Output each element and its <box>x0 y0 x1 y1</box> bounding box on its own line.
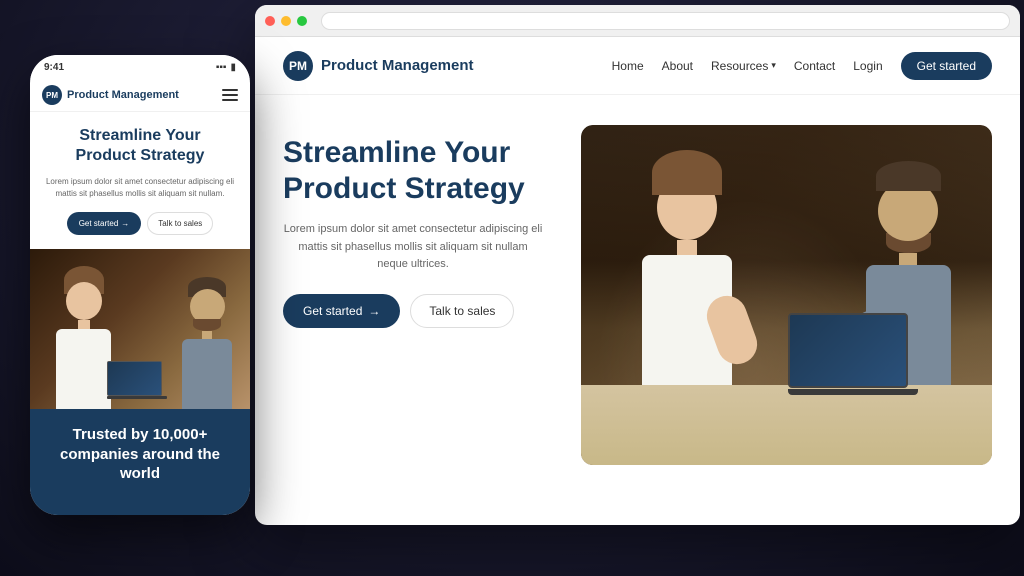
browser-dot-red <box>265 16 275 26</box>
nav-link-home[interactable]: Home <box>612 59 644 73</box>
nav-link-about[interactable]: About <box>662 59 693 73</box>
mobile-woman-figure <box>56 266 111 409</box>
hamburger-line-3 <box>222 99 238 101</box>
nav-cta-button[interactable]: Get started <box>901 52 992 80</box>
mobile-hero-title: Streamline Your Product Strategy <box>44 126 236 166</box>
desktop-hero-subtitle: Lorem ipsum dolor sit amet consectetur a… <box>283 221 543 274</box>
desktop-hero-image <box>581 125 992 525</box>
desktop-hero-buttons: Get started → Talk to sales <box>283 294 581 328</box>
nav-link-resources[interactable]: Resources ▾ <box>711 59 776 73</box>
mobile-logo-initials: PM <box>46 91 58 100</box>
mobile-hero-subtitle: Lorem ipsum dolor sit amet consectetur a… <box>44 176 236 200</box>
desktop-navbar: PM Product Management Home About Resourc… <box>255 37 1020 95</box>
browser-dot-yellow <box>281 16 291 26</box>
mobile-brand-name: Product Management <box>67 89 179 101</box>
nav-login-button[interactable]: Login <box>853 59 882 73</box>
mobile-trust-text: Trusted by 10,000+ companies around the … <box>44 425 236 484</box>
nav-link-contact[interactable]: Contact <box>794 59 835 73</box>
desktop-hero-title: Streamline Your Product Strategy <box>283 135 581 207</box>
mobile-trust-section: Trusted by 10,000+ companies around the … <box>30 409 250 515</box>
woman-figure <box>642 150 732 385</box>
mobile-cta-secondary-button[interactable]: Talk to sales <box>147 212 213 235</box>
mobile-navbar: PM Product Management <box>30 79 250 112</box>
mobile-brand: PM Product Management <box>42 85 179 105</box>
mobile-mockup: 9:41 ▪▪▪ ▮ PM Product Management Streaml… <box>30 55 250 515</box>
mobile-hero-section: Streamline Your Product Strategy Lorem i… <box>30 112 250 235</box>
mobile-hero-buttons: Get started → Talk to sales <box>44 212 236 235</box>
browser-dot-green <box>297 16 307 26</box>
desktop-cta-secondary-button[interactable]: Talk to sales <box>410 294 514 328</box>
desktop-logo-initials: PM <box>289 59 307 73</box>
desktop-cta-primary-button[interactable]: Get started → <box>283 294 400 328</box>
mobile-cta-primary-button[interactable]: Get started → <box>67 212 142 235</box>
mobile-hamburger-menu[interactable] <box>222 89 238 101</box>
mobile-man-figure <box>182 277 232 409</box>
mobile-status-bar: 9:41 ▪▪▪ ▮ <box>30 55 250 79</box>
desktop-hero-text: Streamline Your Product Strategy Lorem i… <box>283 125 581 525</box>
hamburger-line-2 <box>222 94 238 96</box>
battery-icon: ▮ <box>230 62 236 73</box>
mobile-status-icons: ▪▪▪ ▮ <box>216 62 236 73</box>
resources-chevron-icon: ▾ <box>771 60 776 71</box>
signal-icon: ▪▪▪ <box>216 62 227 73</box>
hamburger-line-1 <box>222 89 238 91</box>
browser-bar <box>255 5 1020 37</box>
desktop-website-content: PM Product Management Home About Resourc… <box>255 37 1020 525</box>
desktop-mockup: PM Product Management Home About Resourc… <box>255 5 1020 525</box>
desktop-brand-name: Product Management <box>321 57 474 74</box>
mobile-hero-image <box>30 249 250 409</box>
mobile-time: 9:41 <box>44 62 64 73</box>
mobile-laptop <box>107 361 167 399</box>
desktop-brand-logo: PM Product Management <box>283 51 474 81</box>
desktop-hero-section: Streamline Your Product Strategy Lorem i… <box>255 95 1020 525</box>
laptop-on-table <box>788 313 918 395</box>
mobile-logo-circle: PM <box>42 85 62 105</box>
desktop-nav-links: Home About Resources ▾ Contact Login Get… <box>612 52 992 80</box>
desktop-hero-photo <box>581 125 992 465</box>
desktop-logo-circle: PM <box>283 51 313 81</box>
browser-url-bar <box>321 12 1010 30</box>
